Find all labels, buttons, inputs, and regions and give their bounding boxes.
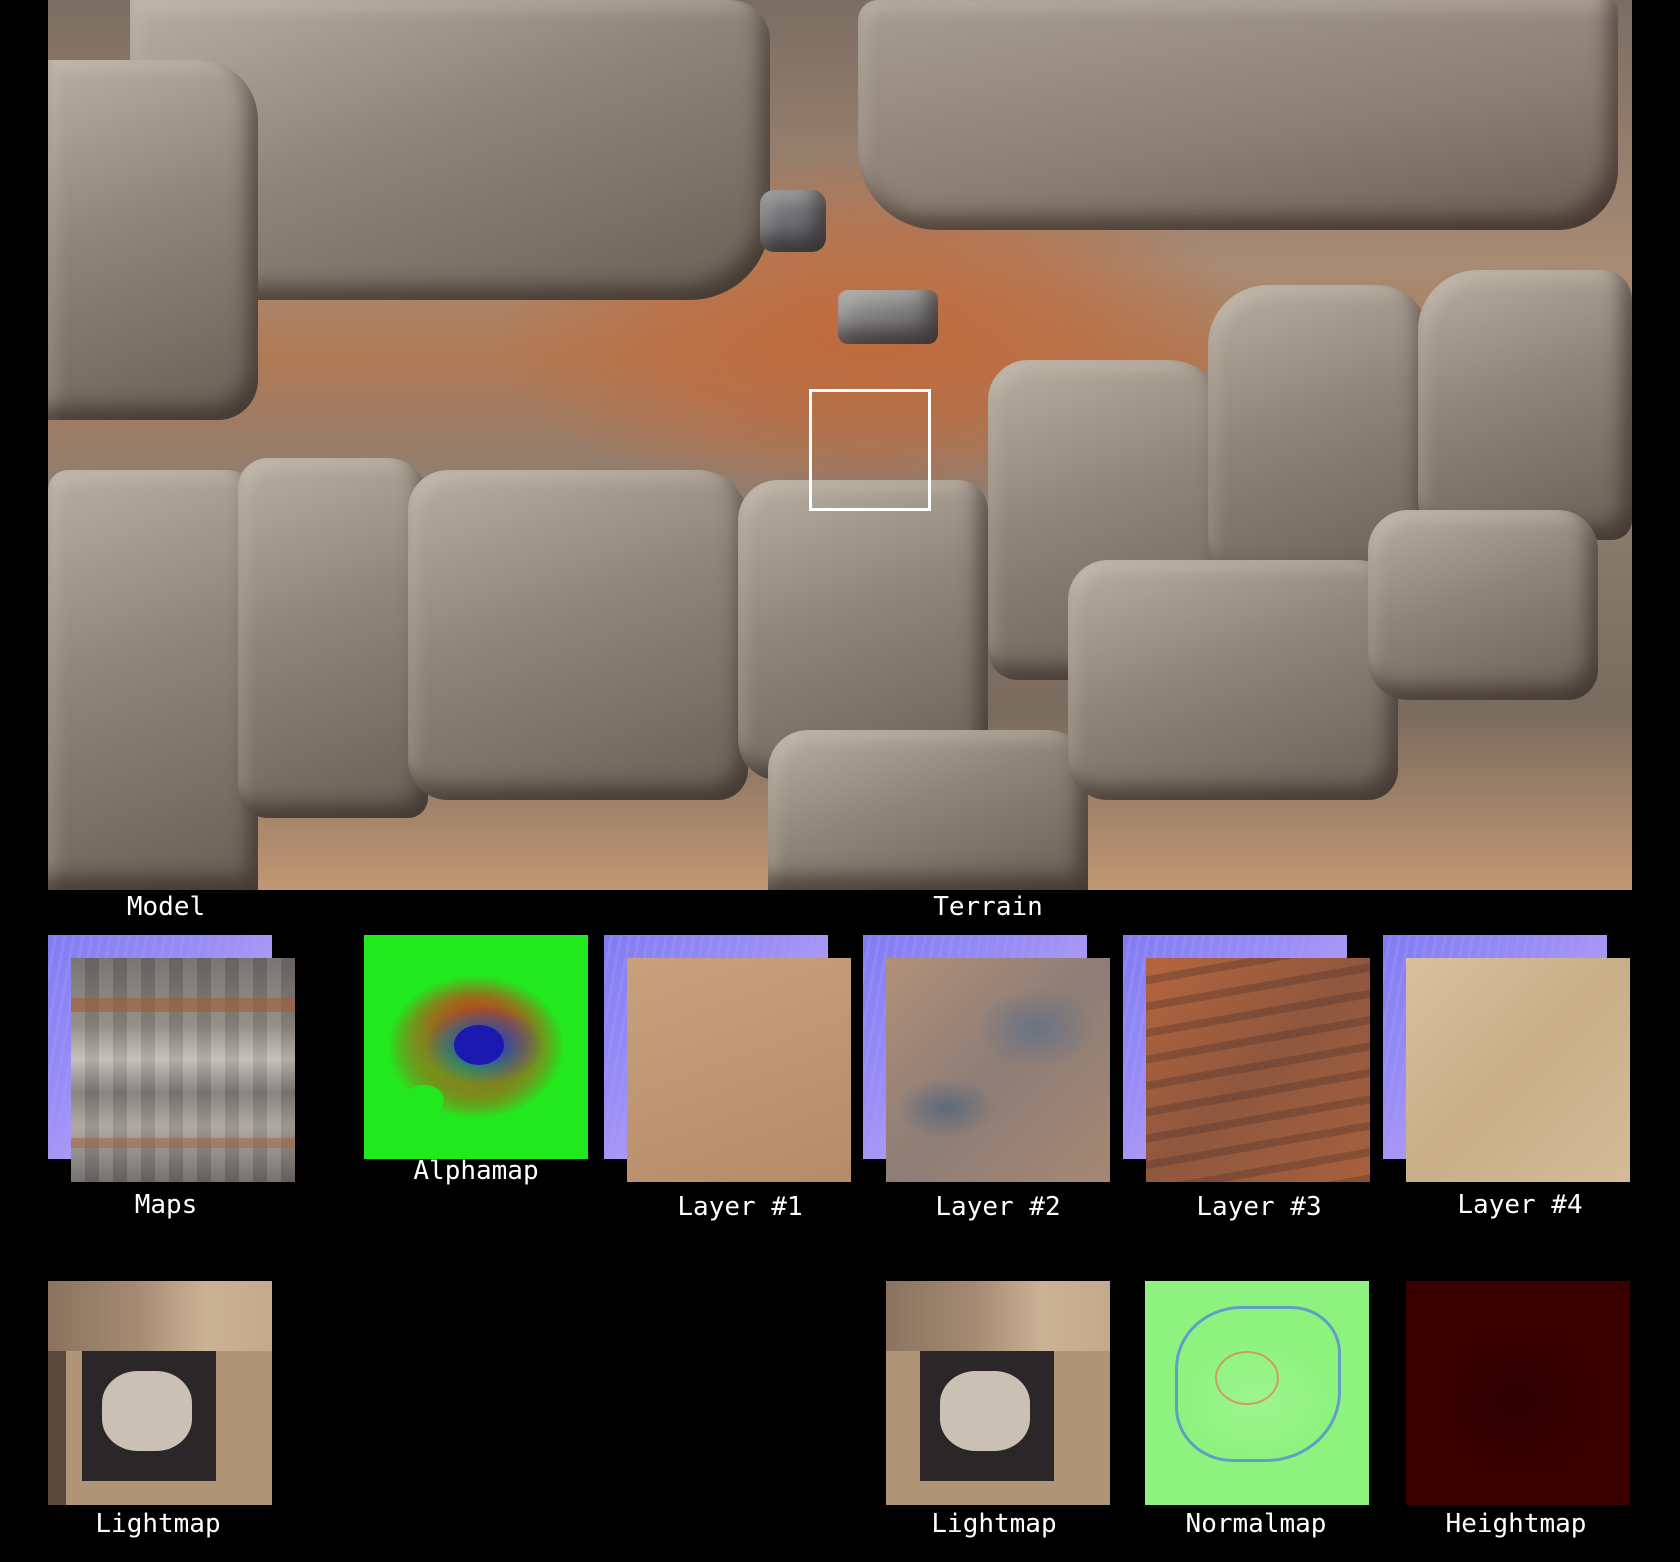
heightmap-thumbnail[interactable] [1406, 1281, 1630, 1505]
rock-back-right [858, 0, 1618, 230]
alphamap-thumbnail[interactable] [364, 935, 588, 1159]
rock-lower-3 [1368, 510, 1598, 700]
rock-left-edge [48, 60, 258, 420]
render-viewport[interactable] [48, 0, 1632, 890]
rock-front-1 [48, 470, 258, 890]
label-maps: Maps [134, 1190, 198, 1220]
lightmap-terrain-blocks [886, 1281, 1110, 1351]
normalmap-thumbnail[interactable] [1145, 1281, 1369, 1505]
rock-front-3 [408, 470, 748, 800]
boulder-small-1 [760, 190, 826, 252]
label-layer4: Layer #4 [1457, 1190, 1583, 1220]
label-layer1: Layer #1 [677, 1192, 803, 1222]
layer1-diffuse-thumbnail[interactable] [627, 958, 851, 1182]
label-alphamap: Alphamap [413, 1156, 539, 1186]
lightmap-model-blocks [48, 1281, 272, 1351]
label-lightmap-terrain: Lightmap [931, 1509, 1057, 1539]
label-lightmap-model: Lightmap [95, 1509, 221, 1539]
normalmap-ridge [1215, 1351, 1279, 1405]
selection-rectangle[interactable] [809, 389, 931, 511]
maps-diffuse-thumbnail[interactable] [71, 958, 295, 1182]
maps-dirt-stripe [71, 998, 295, 1012]
boulder-small-2 [838, 290, 938, 344]
maps-dirt-stripe [71, 1138, 295, 1148]
rock-lower-1 [768, 730, 1088, 890]
label-heightmap: Heightmap [1445, 1509, 1587, 1539]
label-layer2: Layer #2 [935, 1192, 1061, 1222]
label-layer3: Layer #3 [1196, 1192, 1322, 1222]
lightmap-terrain-lit-area [940, 1371, 1030, 1451]
lightmap-model-thumbnail[interactable] [48, 1281, 272, 1505]
lightmap-terrain-thumbnail[interactable] [886, 1281, 1110, 1505]
rock-front-7 [1418, 270, 1632, 540]
rock-front-2 [238, 458, 428, 818]
section-label-terrain: Terrain [933, 892, 1043, 922]
layer2-diffuse-thumbnail[interactable] [886, 958, 1110, 1182]
lightmap-model-lit-area [102, 1371, 192, 1451]
lightmap-terrain-shadow [920, 1351, 1054, 1481]
lightmap-model-shadow [82, 1351, 216, 1481]
alphamap-green-region [404, 1085, 444, 1115]
alphamap-blue-region [454, 1025, 504, 1065]
label-normalmap: Normalmap [1185, 1509, 1327, 1539]
section-label-model: Model [126, 892, 206, 922]
rock-lower-2 [1068, 560, 1398, 800]
layer4-diffuse-thumbnail[interactable] [1406, 958, 1630, 1182]
layer3-diffuse-thumbnail[interactable] [1146, 958, 1370, 1182]
